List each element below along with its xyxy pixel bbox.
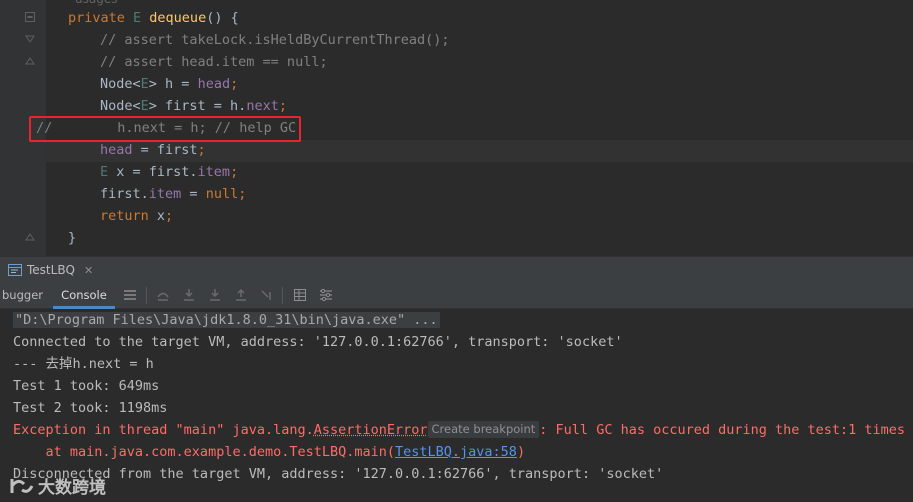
code-token: null; bbox=[205, 186, 247, 202]
code-line[interactable]: Node<E> first = h.next; bbox=[100, 95, 287, 117]
console-line-command: "D:\Program Files\Java\jdk1.8.0_31\bin\j… bbox=[13, 309, 440, 331]
run-tab-label: TestLBQ bbox=[27, 263, 75, 277]
code-token: E bbox=[140, 98, 149, 114]
code-token: E bbox=[100, 164, 117, 180]
watermark-logo: 大数跨境 bbox=[8, 473, 106, 498]
stack-prefix: at main.java.com.example.demo.TestLBQ.ma… bbox=[13, 444, 396, 460]
code-token: dequeue bbox=[149, 10, 207, 26]
code-token: = first bbox=[132, 142, 198, 158]
code-token: E bbox=[140, 76, 149, 92]
code-token: return bbox=[100, 208, 157, 224]
console-line-test1: Test 1 took: 649ms bbox=[13, 378, 160, 394]
toolbar-divider bbox=[146, 287, 147, 304]
menu-lines-icon[interactable] bbox=[123, 288, 137, 302]
console-line-connected: Connected to the target VM, address: '12… bbox=[13, 334, 623, 350]
close-icon[interactable]: ✕ bbox=[84, 264, 93, 277]
toolbar-divider bbox=[282, 287, 283, 304]
code-editor[interactable]: usages private E dequeue() { // assert ta… bbox=[0, 0, 913, 256]
stack-suffix: ) bbox=[516, 444, 526, 460]
run-to-cursor-icon[interactable] bbox=[260, 288, 274, 302]
annotation-highlight-box bbox=[29, 116, 301, 142]
create-breakpoint-button[interactable]: Create breakpoint bbox=[427, 421, 540, 438]
stack-source-link[interactable]: TestLBQ.java:58 bbox=[395, 444, 517, 460]
tab-console[interactable]: Console bbox=[53, 282, 115, 309]
code-line[interactable]: Node<E> h = head; bbox=[100, 73, 238, 95]
code-line[interactable]: private E dequeue() { bbox=[68, 7, 239, 29]
console-line-test2: Test 2 took: 1198ms bbox=[13, 400, 168, 416]
tab-debugger[interactable]: bugger bbox=[0, 282, 44, 309]
code-token: () { bbox=[206, 10, 239, 26]
code-line[interactable]: return x; bbox=[100, 205, 173, 227]
console-line-stacktrace: at main.java.com.example.demo.TestLBQ.ma… bbox=[13, 441, 526, 463]
code-token: ; bbox=[197, 142, 206, 158]
command-line-text[interactable]: "D:\Program Files\Java\jdk1.8.0_31\bin\j… bbox=[13, 312, 440, 328]
console-line-exception: Exception in thread "main" java.lang.Ass… bbox=[13, 419, 905, 441]
code-token: item bbox=[148, 186, 182, 202]
code-token: x bbox=[156, 208, 166, 224]
code-token: first. bbox=[100, 186, 149, 202]
console-line-disconnected: Disconnected from the target VM, address… bbox=[13, 466, 664, 482]
code-line[interactable]: } bbox=[68, 227, 76, 249]
run-tab-testlbq[interactable]: TestLBQ ✕ bbox=[8, 257, 93, 283]
trace-settings-icon[interactable] bbox=[319, 288, 333, 302]
code-token: } bbox=[68, 230, 77, 246]
code-token: Node< bbox=[100, 98, 141, 114]
exception-message: : Full GC has occured during the test:1 … bbox=[539, 422, 906, 438]
code-token: head bbox=[100, 142, 133, 158]
code-token: = bbox=[181, 186, 206, 202]
fold-comment-end-icon[interactable] bbox=[25, 56, 35, 66]
exception-class-link[interactable]: AssertionError bbox=[314, 422, 428, 438]
code-line[interactable]: head = first; bbox=[100, 139, 206, 161]
code-token: private bbox=[68, 10, 134, 26]
code-line[interactable]: // assert head.item == null; bbox=[100, 51, 328, 73]
exception-prefix: Exception in thread "main" java.lang. bbox=[13, 422, 314, 438]
step-over-icon[interactable] bbox=[156, 288, 170, 302]
watermark-text: 大数跨境 bbox=[38, 478, 106, 498]
fold-close-icon[interactable] bbox=[25, 232, 35, 242]
code-token: Node< bbox=[100, 76, 141, 92]
console-toolbar: bugger Console bbox=[0, 282, 913, 309]
code-token: ; bbox=[230, 164, 239, 180]
code-token: ; bbox=[278, 98, 287, 114]
step-into-icon[interactable] bbox=[182, 288, 196, 302]
run-config-icon bbox=[8, 264, 22, 276]
fold-comment-icon[interactable] bbox=[25, 34, 35, 44]
code-line[interactable]: // assert takeLock.isHeldByCurrentThread… bbox=[100, 29, 450, 51]
watermark-icon bbox=[10, 478, 34, 493]
code-token: > first = h. bbox=[148, 98, 247, 114]
usages-hint: usages bbox=[75, 0, 117, 6]
code-line[interactable]: first.item = null; bbox=[100, 183, 246, 205]
step-out-icon[interactable] bbox=[234, 288, 248, 302]
run-tool-window-header: TestLBQ ✕ bbox=[0, 256, 913, 282]
force-step-into-icon[interactable] bbox=[208, 288, 222, 302]
code-token: item bbox=[197, 164, 231, 180]
code-token: head bbox=[197, 76, 231, 92]
code-line[interactable]: E x = first.item; bbox=[100, 161, 238, 183]
code-token: ; bbox=[230, 76, 239, 92]
code-token: // assert takeLock.isHeldByCurrentThread… bbox=[100, 32, 450, 48]
code-token: x = first. bbox=[116, 164, 198, 180]
code-token: // assert head.item == null; bbox=[100, 54, 328, 70]
evaluate-expression-icon[interactable] bbox=[293, 288, 307, 302]
console-line-removed: --- 去掉h.next = h bbox=[13, 356, 154, 372]
fold-open-icon[interactable] bbox=[25, 12, 35, 22]
code-token: > h = bbox=[148, 76, 198, 92]
console-output[interactable]: "D:\Program Files\Java\jdk1.8.0_31\bin\j… bbox=[0, 309, 913, 502]
code-token: next bbox=[246, 98, 279, 114]
code-token: E bbox=[133, 10, 150, 26]
code-token: ; bbox=[165, 208, 174, 224]
